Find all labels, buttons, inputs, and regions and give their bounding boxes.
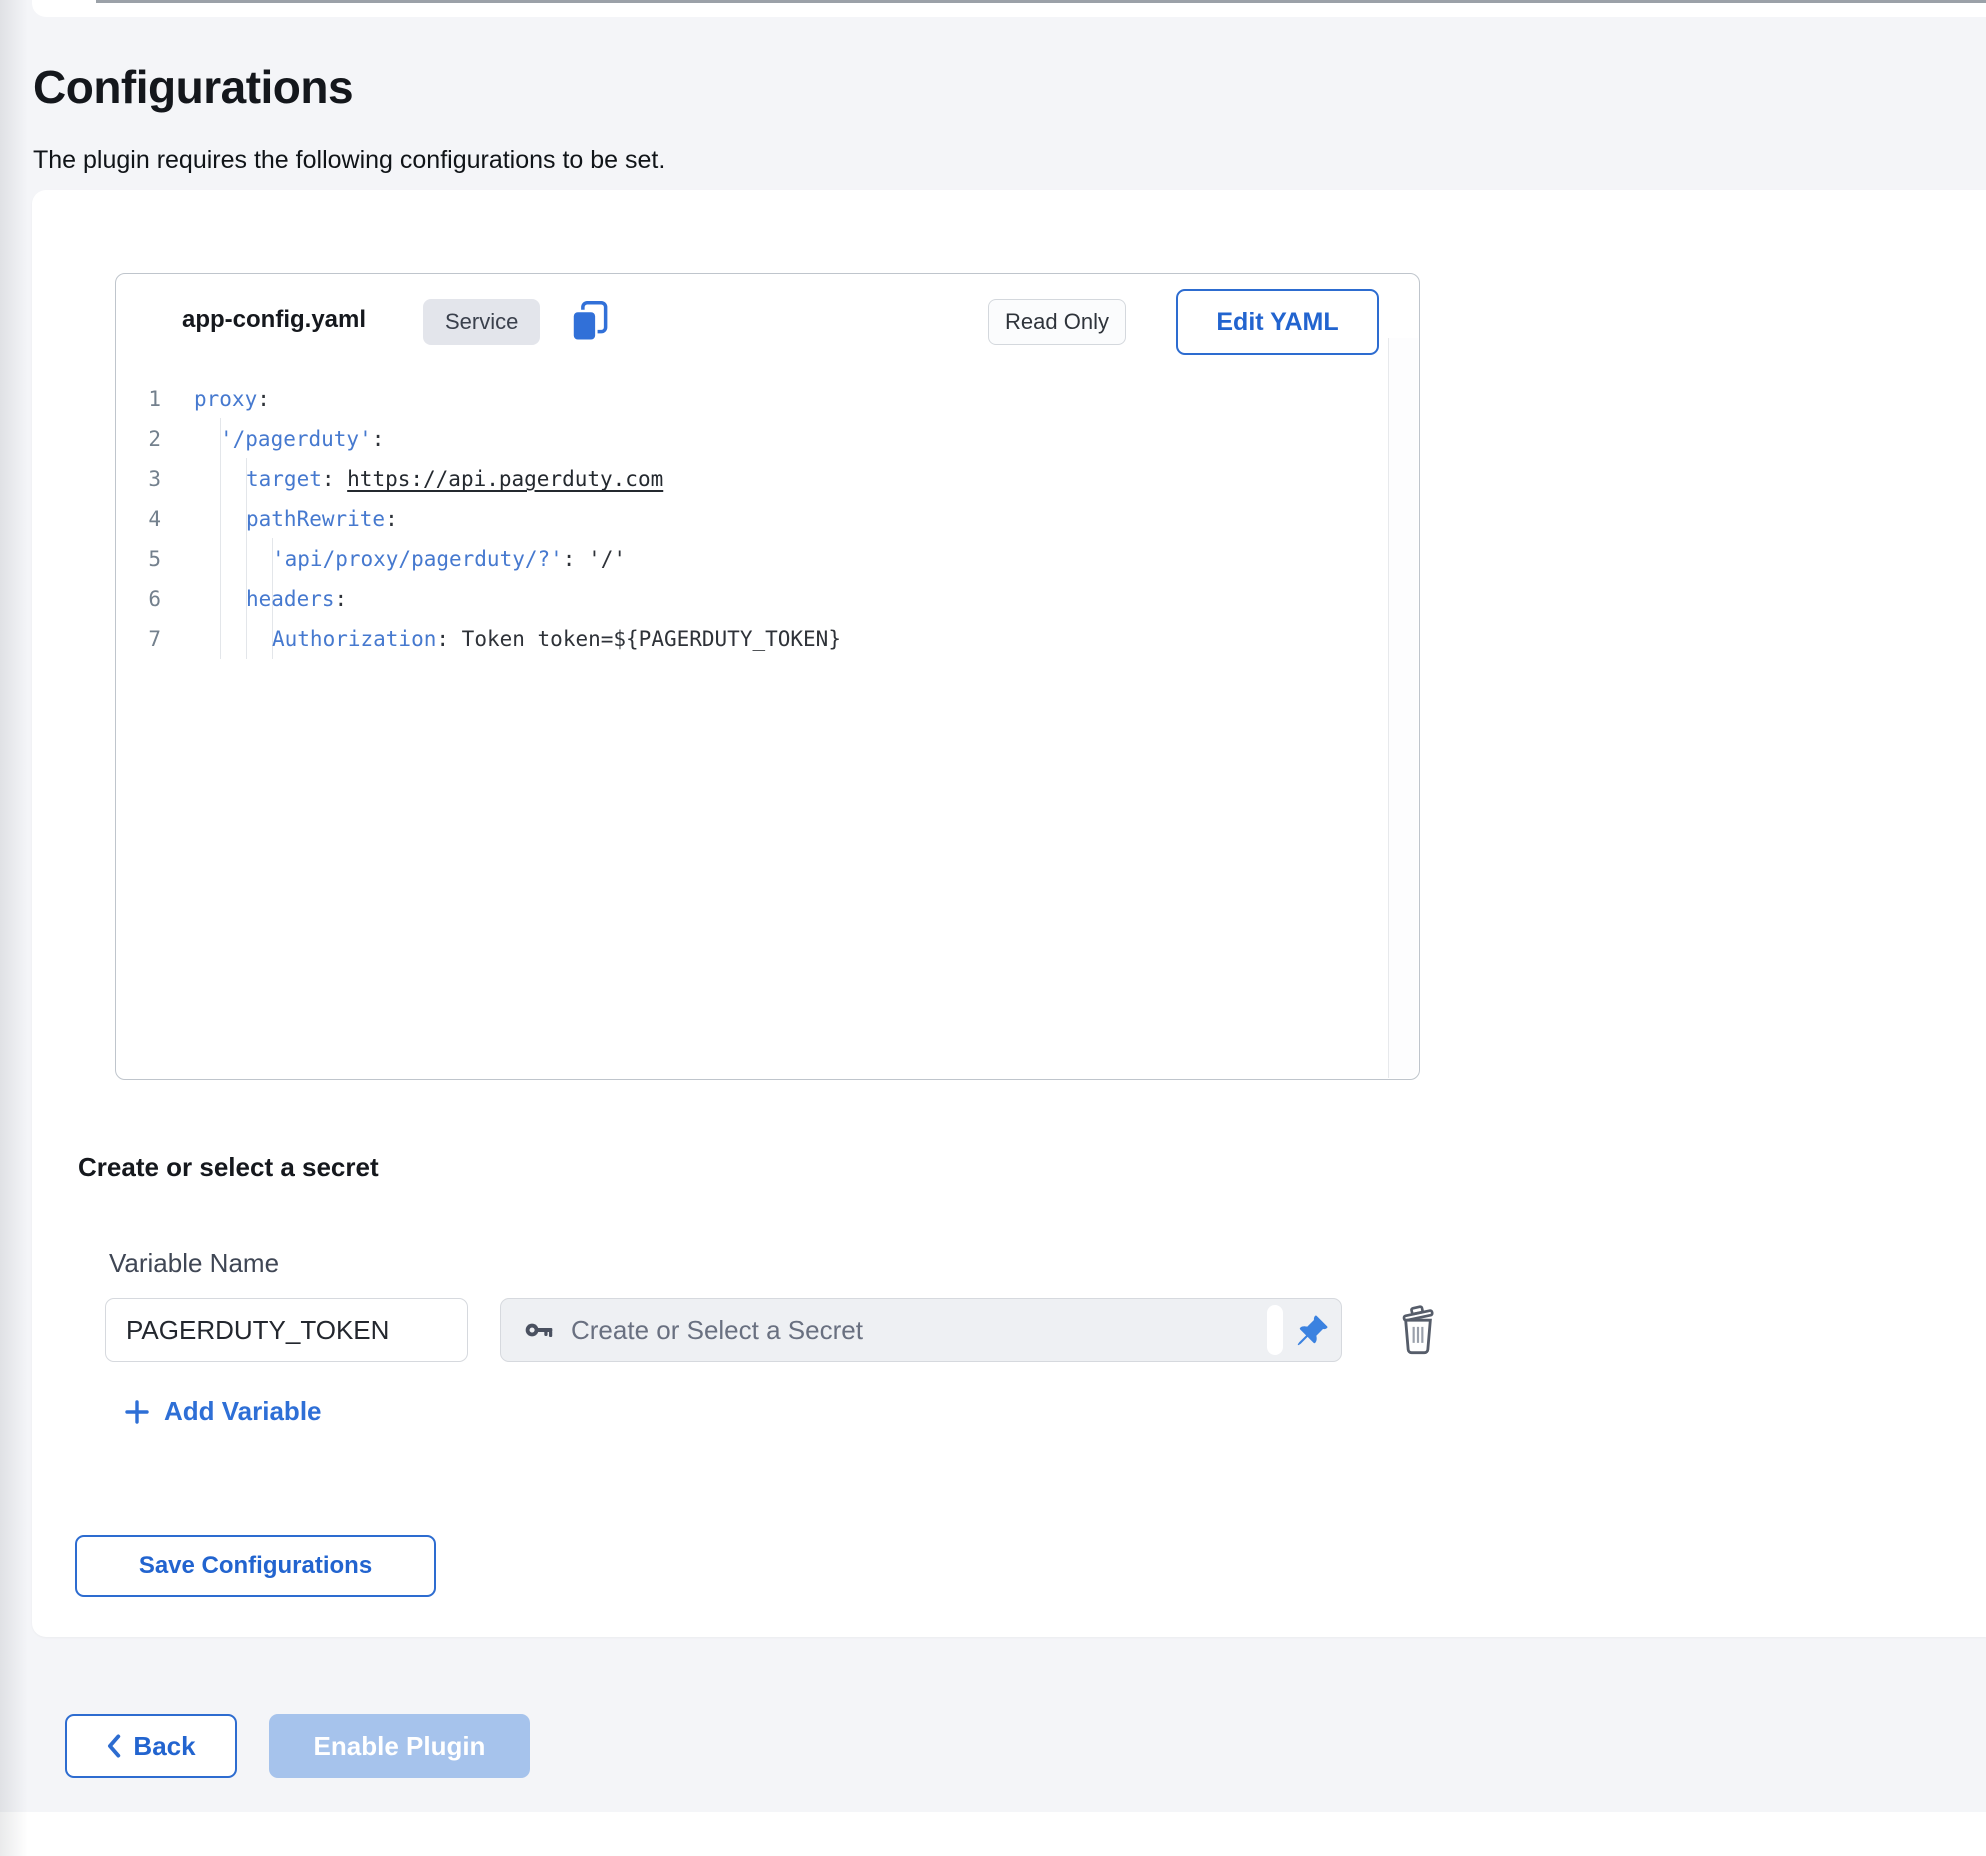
secret-section-heading: Create or select a secret [78,1152,379,1183]
page-title: Configurations [33,60,353,114]
code-line: 6headers: [126,579,1379,619]
code-line: 1proxy: [126,379,1379,419]
select-divider [1267,1305,1283,1355]
pin-icon[interactable] [1295,1314,1329,1348]
config-filename: app-config.yaml [182,306,366,334]
copy-icon[interactable] [568,300,610,344]
plugin-configuration-page: Configurations The plugin requires the f… [0,0,1986,1856]
code-line: 5'api/proxy/pagerduty/?': '/' [126,539,1379,579]
code-line: 7Authorization: Token token=${PAGERDUTY_… [126,619,1379,659]
plus-icon [124,1399,150,1425]
chevron-left-icon [106,1734,121,1758]
back-button[interactable]: Back [65,1714,237,1778]
editor-scrollbar[interactable] [1388,338,1418,1078]
secret-select-placeholder: Create or Select a Secret [571,1315,863,1346]
edit-yaml-button[interactable]: Edit YAML [1176,289,1379,355]
next-section-remnant [0,1812,1986,1856]
code-lines: 1proxy:2'/pagerduty':3target: https://ap… [126,362,1379,659]
enable-plugin-button[interactable]: Enable Plugin [269,1714,530,1778]
variable-name-input[interactable] [105,1298,468,1362]
add-variable-label: Add Variable [164,1396,322,1427]
top-divider-line [96,0,1986,3]
code-line: 4pathRewrite: [126,499,1379,539]
secret-select-combobox[interactable]: Create or Select a Secret [500,1298,1342,1362]
variable-name-label: Variable Name [109,1248,279,1279]
read-only-badge: Read Only [988,299,1126,345]
left-edge-shadow [0,0,28,1856]
service-type-badge: Service [423,299,540,345]
save-configurations-button[interactable]: Save Configurations [75,1535,436,1597]
code-line: 3target: https://api.pagerduty.com [126,459,1379,499]
delete-variable-trash-icon[interactable] [1396,1304,1440,1358]
yaml-editor-card: app-config.yaml Service Read Only Edit Y… [115,273,1420,1080]
key-icon [523,1314,555,1346]
page-subtitle: The plugin requires the following config… [33,146,665,175]
back-button-label: Back [133,1731,195,1762]
configurations-card: app-config.yaml Service Read Only Edit Y… [32,190,1986,1637]
add-variable-button[interactable]: Add Variable [124,1396,322,1427]
code-line: 2'/pagerduty': [126,419,1379,459]
